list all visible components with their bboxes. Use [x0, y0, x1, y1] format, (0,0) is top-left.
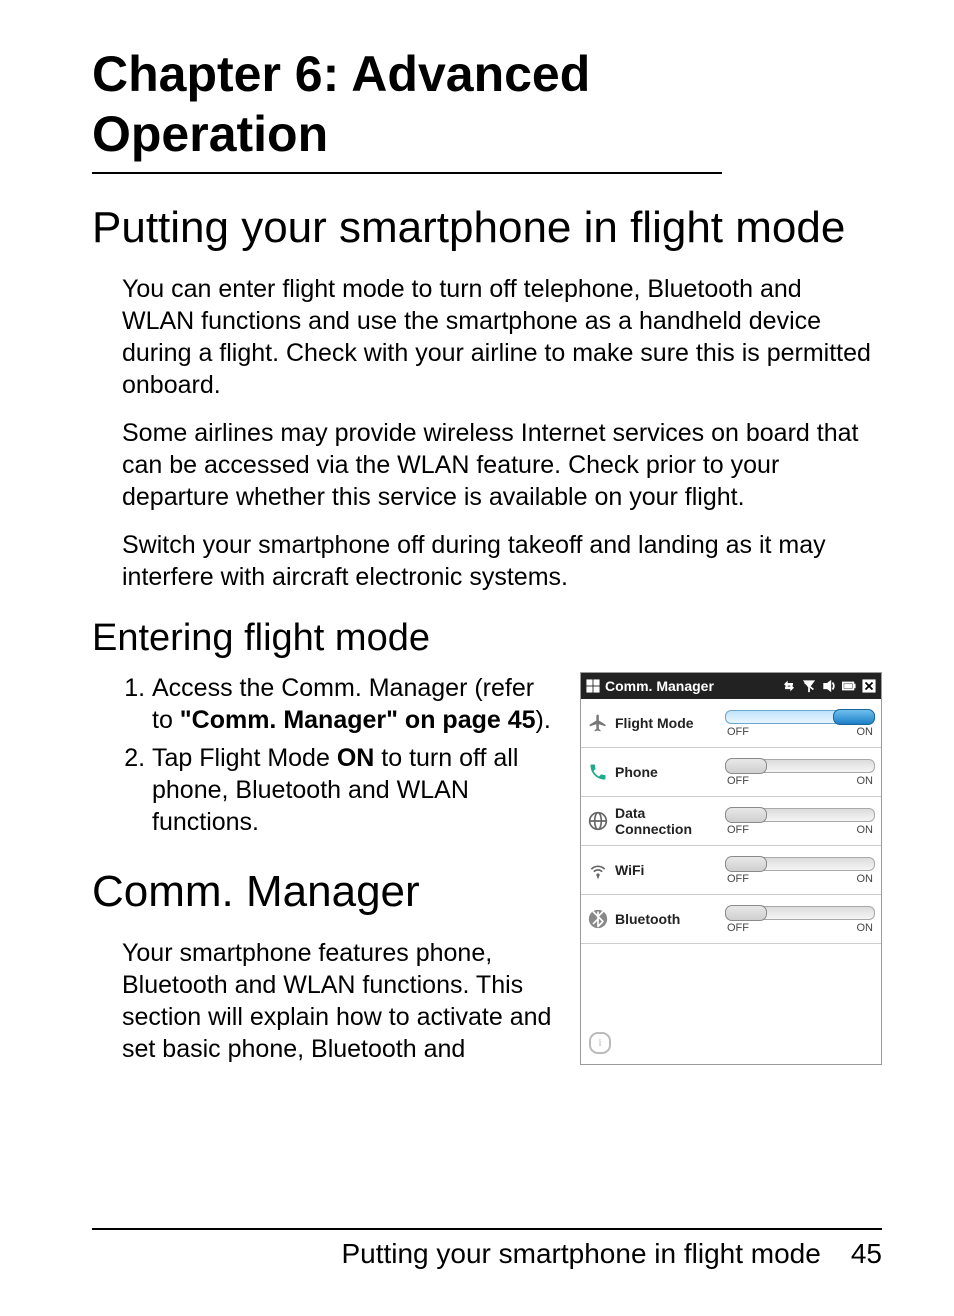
toggle-on-label: ON: [857, 824, 874, 836]
toggle-on-label: ON: [857, 775, 874, 787]
page: Chapter 6: Advanced Operation Putting yo…: [0, 0, 954, 1316]
section-flight-mode: Putting your smartphone in flight mode: [92, 202, 886, 255]
comm-row-phone: Phone OFF ON: [581, 748, 881, 797]
comm-manager-para: Your smartphone features phone, Bluetoot…: [92, 937, 562, 1065]
toggle-off-label: OFF: [727, 726, 749, 738]
toggle-off-label: OFF: [727, 775, 749, 787]
body-para-1: You can enter flight mode to turn off te…: [92, 273, 886, 401]
data-connection-icon: [587, 810, 609, 832]
comm-row-label: Phone: [615, 764, 719, 780]
comm-row-wifi: WiFi OFF ON: [581, 846, 881, 895]
comm-titlebar-text: Comm. Manager: [605, 678, 777, 694]
step-2: Tap Flight Mode ON to turn off all phone…: [152, 742, 556, 838]
sync-icon: [781, 678, 797, 694]
footer-text: Putting your smartphone in flight mode: [341, 1238, 820, 1270]
toggle-off-label: OFF: [727, 873, 749, 885]
comm-footer-area: i: [581, 944, 881, 1064]
comm-row-label: Data Connection: [615, 805, 719, 837]
body-para-2: Some airlines may provide wireless Inter…: [92, 417, 886, 513]
comm-row-toggle[interactable]: OFF ON: [725, 855, 875, 885]
subsection-entering-flight-mode: Entering flight mode: [92, 617, 886, 660]
toggle-on-label: ON: [857, 922, 874, 934]
phone-icon: [587, 761, 609, 783]
signal-icon: [801, 678, 817, 694]
comm-row-toggle[interactable]: OFF ON: [725, 708, 875, 738]
battery-icon: [841, 678, 857, 694]
comm-row-toggle[interactable]: OFF ON: [725, 904, 875, 934]
page-footer: Putting your smartphone in flight mode 4…: [92, 1228, 882, 1270]
close-icon: [861, 678, 877, 694]
step-1: Access the Comm. Manager (refer to "Comm…: [152, 672, 556, 736]
body-para-3: Switch your smartphone off during takeof…: [92, 529, 886, 593]
steps-list: Access the Comm. Manager (refer to "Comm…: [92, 672, 562, 838]
page-number: 45: [851, 1238, 882, 1270]
comm-row-label: WiFi: [615, 862, 719, 878]
bluetooth-icon: [587, 908, 609, 930]
wifi-icon: [587, 859, 609, 881]
comm-row-label: Bluetooth: [615, 911, 719, 927]
info-icon: i: [589, 1032, 611, 1054]
step-2-on: ON: [337, 744, 375, 772]
step-1-text-c: ).: [536, 706, 551, 734]
toggle-off-label: OFF: [727, 824, 749, 836]
comm-manager-screenshot: Comm. Manager: [580, 672, 882, 1065]
windows-logo-icon: [585, 678, 601, 694]
flight-mode-icon: [587, 712, 609, 734]
comm-row-bluetooth: Bluetooth OFF ON: [581, 895, 881, 944]
comm-row-toggle[interactable]: OFF ON: [725, 757, 875, 787]
comm-row-flight-mode: Flight Mode OFF ON: [581, 699, 881, 748]
volume-icon: [821, 678, 837, 694]
comm-row-data-connection: Data Connection OFF ON: [581, 797, 881, 846]
section-comm-manager: Comm. Manager: [92, 866, 562, 919]
toggle-on-label: ON: [857, 726, 874, 738]
comm-titlebar: Comm. Manager: [581, 673, 881, 699]
step-1-ref: "Comm. Manager" on page 45: [180, 706, 536, 734]
step-2-text-a: Tap Flight Mode: [152, 744, 337, 772]
chapter-title: Chapter 6: Advanced Operation: [92, 44, 722, 174]
toggle-on-label: ON: [857, 873, 874, 885]
comm-row-toggle[interactable]: OFF ON: [725, 806, 875, 836]
comm-row-label: Flight Mode: [615, 715, 719, 731]
toggle-off-label: OFF: [727, 922, 749, 934]
